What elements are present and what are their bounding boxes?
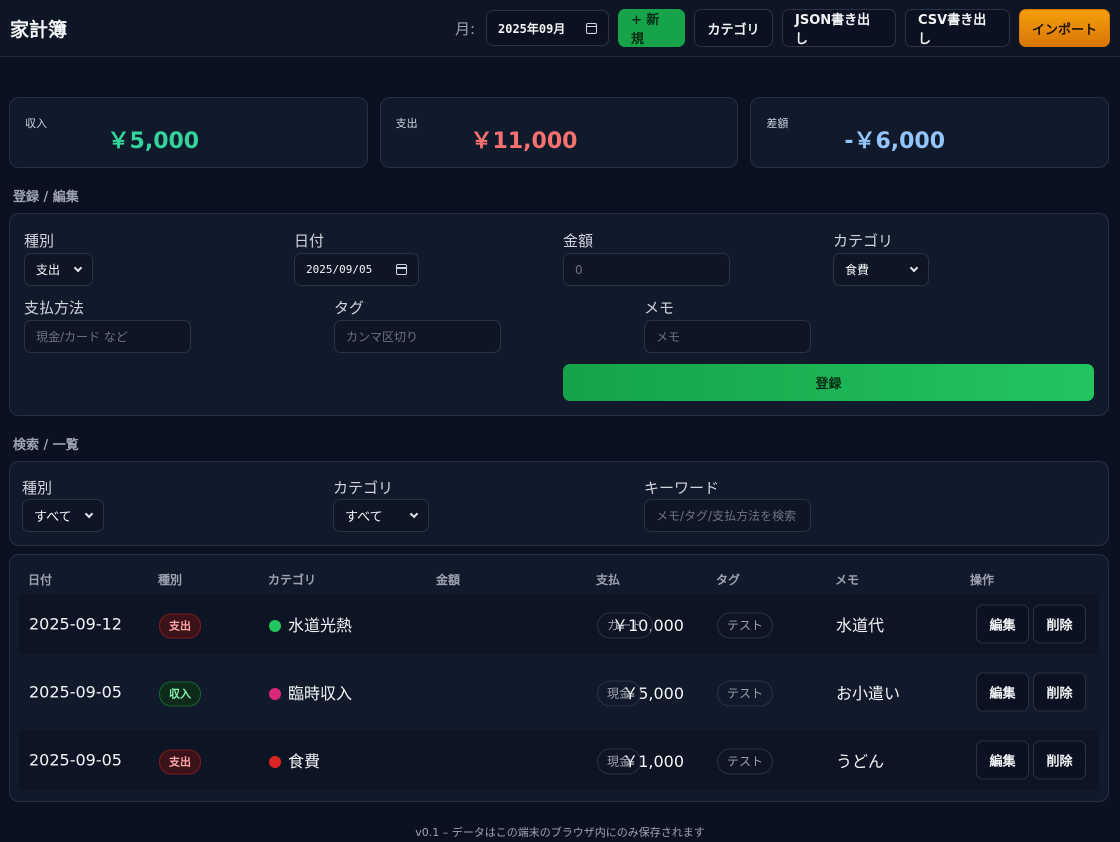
edit-button[interactable]: 編集 [976, 604, 1029, 644]
new-button[interactable]: + 新規 [618, 9, 685, 47]
transactions-table: 日付 種別 カテゴリ 金額 支払 タグ メモ 操作 2025-09-12 支出 … [9, 554, 1109, 802]
memo-label: メモ [644, 299, 675, 317]
chevron-down-icon [409, 509, 419, 518]
app-title: 家計簿 [10, 18, 68, 41]
type-label: 種別 [24, 232, 55, 250]
expense-value: ￥11,000 [470, 129, 578, 154]
diff-value: -￥6,000 [844, 129, 946, 154]
payment-label: 支払方法 [24, 299, 85, 317]
category-label: カテゴリ [833, 232, 894, 250]
type-badge: 支出 [159, 613, 201, 639]
amount-input[interactable]: 0 [563, 253, 730, 286]
tag-pill: テスト [717, 680, 774, 707]
edit-button[interactable]: 編集 [976, 740, 1029, 780]
category-color-dot [269, 688, 281, 700]
row-memo: お小遣い [836, 684, 901, 703]
category-color-dot [269, 756, 281, 768]
row-date: 2025-09-05 [29, 682, 122, 702]
col-payment: 支払 [596, 573, 621, 587]
header-toolbar: 月: 2025年09月 + 新規 カテゴリ JSON書き出し CSV書き出し イ… [455, 9, 1110, 47]
col-amount: 金額 [436, 573, 461, 587]
month-picker[interactable]: 2025年09月 [486, 10, 609, 46]
row-memo: うどん [836, 752, 885, 771]
tag-pill: テスト [717, 748, 774, 775]
tag-label: タグ [334, 299, 365, 317]
delete-button[interactable]: 削除 [1033, 740, 1086, 780]
tag-pill: テスト [717, 612, 774, 639]
col-tag: タグ [716, 573, 741, 587]
row-date: 2025-09-12 [29, 614, 122, 634]
row-category: 水道光熱 [269, 612, 352, 636]
footer-note: v0.1 – データはこの端末のブラウザ内にのみ保存されます [415, 826, 705, 839]
payment-pill: カード [597, 612, 654, 639]
income-card: 収入 ￥5,000 [9, 97, 368, 168]
amount-label: 金額 [563, 232, 594, 250]
row-category: 食費 [269, 748, 320, 772]
type-badge: 収入 [159, 681, 201, 707]
category-select[interactable]: 食費 [833, 253, 929, 286]
col-category: カテゴリ [268, 573, 317, 587]
date-input[interactable]: 2025/09/05 [294, 253, 419, 286]
json-export-button[interactable]: JSON書き出し [782, 9, 896, 47]
table-row: 2025-09-05 支出 食費 ￥1,000 現金 テスト うどん 編集 削除 [19, 730, 1099, 790]
table-row: 2025-09-05 収入 臨時収入 ￥5,000 現金 テスト お小遣い 編集… [19, 662, 1099, 722]
edit-button[interactable]: 編集 [976, 672, 1029, 712]
category-color-dot [269, 620, 281, 632]
chevron-down-icon [909, 263, 919, 272]
income-value: ￥5,000 [107, 129, 200, 154]
col-date: 日付 [28, 573, 53, 587]
chevron-down-icon [73, 263, 83, 272]
form-section-title: 登録 / 編集 [13, 190, 79, 205]
category-select-value: 食費 [845, 263, 870, 277]
keyword-input[interactable]: メモ/タグ/支払方法を検索 [644, 499, 811, 532]
type-badge: 支出 [159, 749, 201, 775]
filter-category-label: カテゴリ [333, 479, 394, 497]
filter-type-select[interactable]: すべて [22, 499, 104, 532]
payment-pill: 現金 [597, 680, 642, 707]
summary-cards: 収入 ￥5,000 支出 ￥11,000 差額 -￥6,000 [9, 97, 1110, 168]
calendar-icon[interactable] [396, 264, 407, 275]
keyword-label: キーワード [644, 479, 720, 497]
expense-card: 支出 ￥11,000 [379, 97, 739, 168]
payment-pill: 現金 [597, 748, 642, 775]
row-category-label: 臨時収入 [288, 684, 353, 703]
register-button[interactable]: 登録 [563, 364, 1094, 401]
entry-form: 種別 支出 日付 2025/09/05 金額 0 カテゴリ 食費 支払方法 現金… [9, 213, 1109, 416]
row-category-label: 水道光熱 [288, 616, 353, 635]
month-value: 2025年09月 [498, 21, 566, 36]
category-button[interactable]: カテゴリ [694, 9, 773, 47]
row-category-label: 食費 [288, 752, 321, 771]
chevron-down-icon [84, 509, 94, 518]
delete-button[interactable]: 削除 [1033, 672, 1086, 712]
row-memo: 水道代 [836, 616, 885, 635]
col-type: 種別 [158, 573, 183, 587]
delete-button[interactable]: 削除 [1033, 604, 1086, 644]
col-actions: 操作 [970, 573, 995, 587]
filter-type-label: 種別 [22, 479, 53, 497]
filter-category-select[interactable]: すべて [333, 499, 429, 532]
filter-type-value: すべて [34, 510, 72, 525]
csv-export-button[interactable]: CSV書き出し [905, 9, 1010, 47]
date-label: 日付 [294, 232, 325, 250]
calendar-icon[interactable] [586, 22, 597, 34]
row-date: 2025-09-05 [29, 750, 122, 770]
date-value: 2025/09/05 [306, 263, 373, 276]
app-header: 家計簿 月: 2025年09月 + 新規 カテゴリ JSON書き出し CSV書き… [0, 0, 1120, 57]
month-label: 月: [454, 19, 475, 38]
type-select[interactable]: 支出 [24, 253, 93, 286]
memo-input[interactable]: メモ [644, 320, 811, 353]
table-row: 2025-09-12 支出 水道光熱 ￥10,000 カード テスト 水道代 編… [19, 594, 1099, 654]
type-select-value: 支出 [36, 263, 61, 277]
row-category: 臨時収入 [269, 680, 352, 704]
payment-input[interactable]: 現金/カード など [24, 320, 191, 353]
search-panel: 種別 すべて カテゴリ すべて キーワード メモ/タグ/支払方法を検索 [9, 461, 1109, 546]
search-section-title: 検索 / 一覧 [13, 438, 79, 453]
import-button[interactable]: インポート [1019, 9, 1110, 47]
col-memo: メモ [835, 573, 860, 587]
diff-card: 差額 -￥6,000 [750, 97, 1110, 168]
tag-input[interactable]: カンマ区切り [334, 320, 501, 353]
filter-category-value: すべて [345, 510, 383, 525]
